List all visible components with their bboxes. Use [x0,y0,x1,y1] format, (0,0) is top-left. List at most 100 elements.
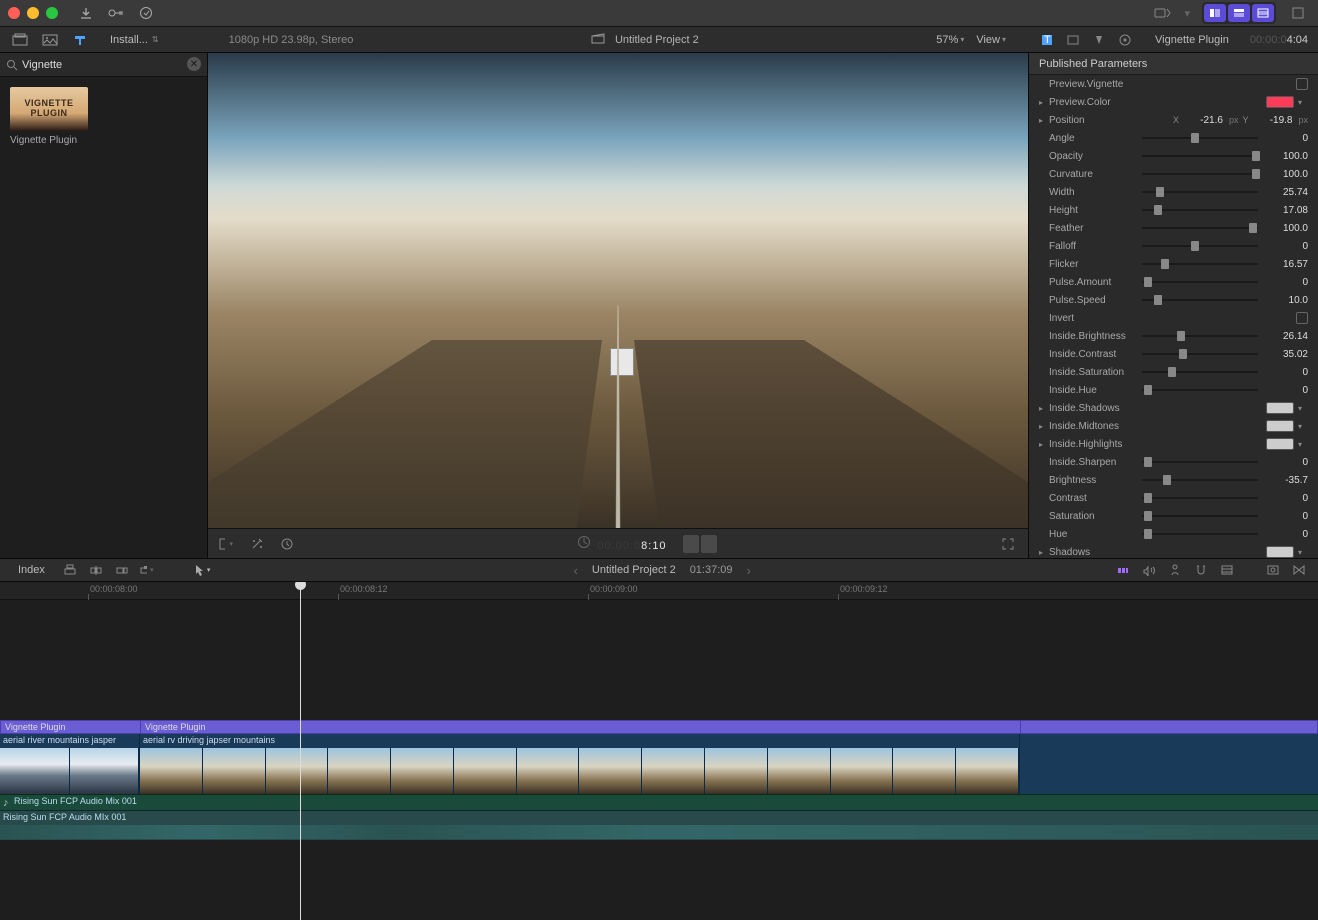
step-forward-button[interactable] [701,535,717,553]
position-y-value[interactable]: -19.8 [1252,115,1292,126]
param-value[interactable]: 0 [1266,133,1308,144]
share-icon[interactable] [1152,3,1172,23]
connect-clip-icon[interactable] [61,561,79,579]
import-icon[interactable] [76,3,96,23]
viewer-timecode[interactable]: 00:00:08:10 [597,534,666,554]
view-menu-dropdown[interactable]: View▾ [976,34,1006,46]
param-value[interactable]: 0 [1266,385,1308,396]
param-slider[interactable] [1142,299,1258,301]
solo-icon[interactable] [1166,561,1184,579]
param-slider[interactable] [1142,335,1258,337]
close-window-button[interactable] [8,7,20,19]
transform-tool-icon[interactable]: ▾ [218,535,236,553]
param-slider[interactable] [1142,497,1258,499]
viewer-canvas[interactable] [208,53,1028,528]
param-value[interactable]: 10.0 [1266,295,1308,306]
color-swatch[interactable] [1266,420,1294,432]
param-value[interactable]: 0 [1266,457,1308,468]
param-slider[interactable] [1142,137,1258,139]
param-value[interactable]: 0 [1266,493,1308,504]
param-value[interactable]: 35.02 [1266,349,1308,360]
timeline-history-back-icon[interactable]: ‹ [574,563,578,578]
color-swatch[interactable] [1266,96,1294,108]
inspector-text-tab-icon[interactable]: T [1038,31,1056,49]
param-slider[interactable] [1142,461,1258,463]
disclosure-triangle-icon[interactable]: ▸ [1039,404,1047,413]
param-value[interactable]: 0 [1266,529,1308,540]
param-slider[interactable] [1142,209,1258,211]
timeline[interactable]: 00:00:08:0000:00:08:1200:00:09:0000:00:0… [0,582,1318,920]
param-value[interactable]: 100.0 [1266,169,1308,180]
overwrite-clip-icon[interactable]: ▾ [139,561,157,579]
param-value[interactable]: 16.57 [1266,259,1308,270]
param-value[interactable]: 17.08 [1266,205,1308,216]
snapping-icon[interactable] [1192,561,1210,579]
param-value[interactable]: 0 [1266,367,1308,378]
enhance-tool-icon[interactable] [248,535,266,553]
inspector-info-tab-icon[interactable] [1090,31,1108,49]
param-checkbox[interactable] [1296,78,1308,90]
param-value[interactable]: 0 [1266,511,1308,522]
inspector-video-tab-icon[interactable] [1064,31,1082,49]
playhead[interactable] [300,582,301,920]
timeline-index-button[interactable]: Index [10,562,53,578]
inspector-panel[interactable]: Published Parameters Preview.Vignette▸Pr… [1028,53,1318,558]
video-clip[interactable]: aerial rv driving japser mountains [140,734,1020,794]
inspector-generator-tab-icon[interactable] [1116,31,1134,49]
step-back-button[interactable] [683,535,699,553]
param-slider[interactable] [1142,227,1258,229]
video-track[interactable]: aerial river mountains jasperaerial rv d… [0,734,1318,794]
param-slider[interactable] [1142,479,1258,481]
titles-generators-tab-icon[interactable] [70,30,90,50]
param-slider[interactable] [1142,245,1258,247]
disclosure-triangle-icon[interactable]: ▸ [1039,440,1047,449]
transitions-browser-toggle-icon[interactable] [1290,561,1308,579]
effect-clip[interactable]: Vignette Plugin [141,721,1021,733]
chevron-down-icon[interactable]: ▾ [1298,548,1308,557]
browser-pane-button[interactable] [1204,4,1226,22]
maximize-window-button[interactable] [46,7,58,19]
param-value[interactable]: 100.0 [1266,223,1308,234]
disclosure-triangle-icon[interactable]: ▸ [1039,422,1047,431]
timeline-history-fwd-icon[interactable]: › [747,563,751,578]
disclosure-triangle-icon[interactable]: ▸ [1039,548,1047,557]
disclosure-triangle-icon[interactable]: ▸ [1039,98,1047,107]
param-checkbox[interactable] [1296,312,1308,324]
fullscreen-icon[interactable] [1286,3,1310,23]
browser-search-input[interactable] [22,59,201,71]
param-value[interactable]: -35.7 [1266,475,1308,486]
effects-browser-toggle-icon[interactable] [1264,561,1282,579]
param-slider[interactable] [1142,281,1258,283]
param-slider[interactable] [1142,263,1258,265]
color-swatch[interactable] [1266,438,1294,450]
param-value[interactable]: 26.14 [1266,331,1308,342]
audio-track-1[interactable]: ♪ Rising Sun FCP Audio Mix 001 [0,794,1318,810]
param-slider[interactable] [1142,191,1258,193]
param-slider[interactable] [1142,155,1258,157]
color-swatch[interactable] [1266,402,1294,414]
param-slider[interactable] [1142,371,1258,373]
param-value[interactable]: 100.0 [1266,151,1308,162]
video-clip[interactable]: aerial river mountains jasper [0,734,140,794]
chevron-down-icon[interactable]: ▾ [1298,404,1308,413]
param-slider[interactable] [1142,515,1258,517]
param-value[interactable]: 0 [1266,277,1308,288]
param-slider[interactable] [1142,389,1258,391]
inspector-pane-button[interactable] [1252,4,1274,22]
chevron-down-icon[interactable]: ▾ [1298,98,1308,107]
append-clip-icon[interactable] [113,561,131,579]
library-category-dropdown[interactable]: Install...⇅ [100,32,169,48]
position-x-value[interactable]: -21.6 [1183,115,1223,126]
media-tab-icon[interactable] [40,30,60,50]
param-slider[interactable] [1142,173,1258,175]
retime-tool-icon[interactable] [278,535,296,553]
viewer-zoom-dropdown[interactable]: 57%▾ [936,34,964,46]
disclosure-triangle-icon[interactable]: ▸ [1039,116,1047,125]
chevron-down-icon[interactable]: ▾ [1298,440,1308,449]
effect-clip[interactable]: Vignette Plugin [1,721,141,733]
effects-track[interactable]: Vignette PluginVignette Plugin [0,720,1318,734]
background-tasks-icon[interactable] [136,3,156,23]
timeline-pane-button[interactable] [1228,4,1250,22]
clear-search-button[interactable]: ✕ [187,57,201,71]
fullscreen-viewer-icon[interactable] [998,534,1018,554]
